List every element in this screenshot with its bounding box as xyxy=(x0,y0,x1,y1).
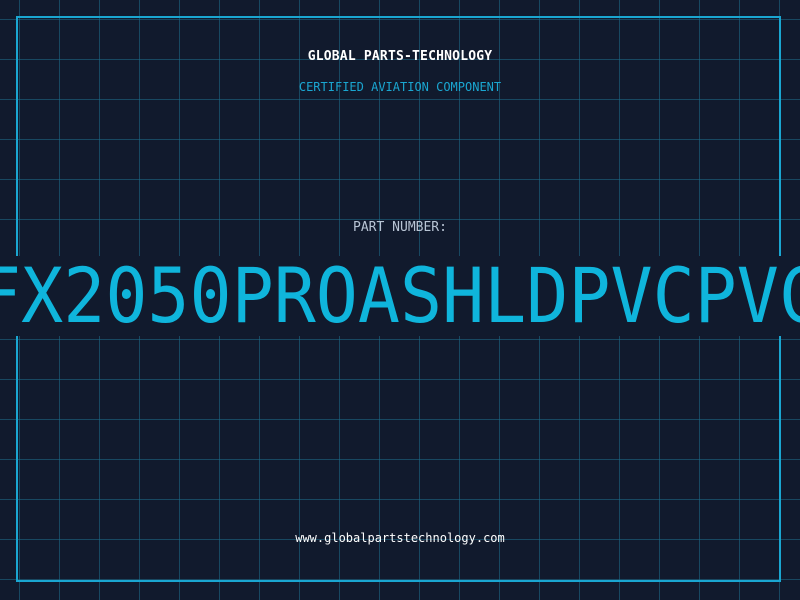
label-card: GLOBAL PARTS-TECHNOLOGY CERTIFIED AVIATI… xyxy=(0,0,800,600)
part-number-value: BFX2050PROASHLDPVCPVCN xyxy=(0,256,800,336)
website-url: www.globalpartstechnology.com xyxy=(295,531,505,545)
part-number-band: BFX2050PROASHLDPVCPVCN xyxy=(0,256,800,336)
company-name: GLOBAL PARTS-TECHNOLOGY xyxy=(307,49,493,64)
certification-subtitle: CERTIFIED AVIATION COMPONENT xyxy=(298,80,502,94)
part-number-label: PART NUMBER: xyxy=(353,220,447,235)
